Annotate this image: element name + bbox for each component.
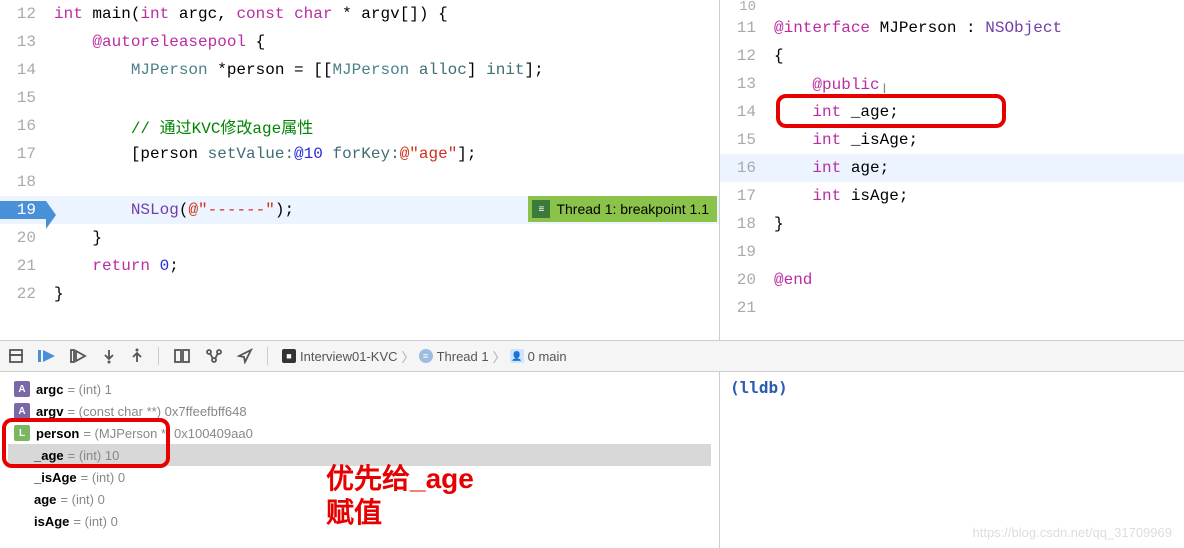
breadcrumb-frame: 0 main [528, 349, 567, 364]
line-number[interactable]: 12 [0, 5, 46, 23]
hide-debug-icon[interactable] [8, 348, 24, 364]
code-line[interactable]: @public╷ [766, 74, 1184, 94]
code-line[interactable]: int isAge; [766, 187, 1184, 205]
variables-view[interactable]: Aargc = (int) 1 Aargv = (const char **) … [0, 372, 720, 548]
step-over-icon[interactable] [70, 349, 88, 363]
code-line[interactable]: } [46, 229, 719, 247]
left-editor[interactable]: 12int main(int argc, const char * argv[]… [0, 0, 720, 340]
divider [267, 347, 268, 365]
watermark: https://blog.csdn.net/qq_31709969 [973, 525, 1173, 540]
frame-icon: 👤 [510, 349, 524, 363]
line-number[interactable]: 16 [0, 117, 46, 135]
console-view[interactable]: (lldb) [720, 372, 1184, 548]
lldb-prompt: (lldb) [730, 378, 788, 397]
line-number[interactable]: 17 [720, 187, 766, 205]
line-number[interactable]: 20 [720, 271, 766, 289]
step-into-icon[interactable] [102, 348, 116, 364]
line-number[interactable]: 13 [0, 33, 46, 51]
line-number[interactable]: 14 [720, 103, 766, 121]
breadcrumb-thread: Thread 1 [437, 349, 489, 364]
line-number[interactable]: 22 [0, 285, 46, 303]
debug-toolbar: ■ Interview01-KVC 〉 ≡ Thread 1 〉 👤 0 mai… [0, 340, 1184, 372]
breakpoint-badge[interactable]: ≡Thread 1: breakpoint 1.1 [528, 196, 717, 222]
line-number[interactable]: 16 [720, 159, 766, 177]
line-number[interactable]: 10 [720, 0, 766, 15]
thread-icon: ≡ [532, 200, 550, 218]
arg-icon: A [14, 381, 30, 397]
view-debug-icon[interactable] [173, 348, 191, 364]
code-line[interactable]: int age; [766, 159, 1184, 177]
code-line[interactable]: @interface MJPerson : NSObject [766, 19, 1184, 37]
code-line[interactable] [46, 89, 719, 107]
code-line[interactable] [46, 173, 719, 191]
code-line[interactable]: // 通过KVC修改age属性 [46, 114, 719, 138]
divider [158, 347, 159, 365]
breadcrumb[interactable]: ■ Interview01-KVC 〉 ≡ Thread 1 〉 👤 0 mai… [282, 347, 567, 366]
line-number[interactable]: 15 [0, 89, 46, 107]
current-line-indicator[interactable]: 19 [0, 201, 46, 219]
line-number[interactable]: 11 [720, 19, 766, 37]
variable-row[interactable]: Aargc = (int) 1 [8, 378, 711, 400]
line-number[interactable]: 18 [0, 173, 46, 191]
line-number[interactable]: 12 [720, 47, 766, 65]
line-number[interactable]: 18 [720, 215, 766, 233]
line-number[interactable]: 19 [720, 243, 766, 261]
code-line[interactable]: @autoreleasepool { [46, 33, 719, 51]
line-number[interactable]: 13 [720, 75, 766, 93]
memory-graph-icon[interactable] [205, 348, 223, 364]
thread-icon: ≡ [419, 349, 433, 363]
code-line[interactable]: [person setValue:@10 forKey:@"age"]; [46, 145, 719, 163]
breadcrumb-target: Interview01-KVC [300, 349, 398, 364]
arg-icon: A [14, 403, 30, 419]
annotation-text: 优先给_age 赋值 [326, 462, 474, 529]
step-out-icon[interactable] [130, 348, 144, 364]
location-icon[interactable] [237, 348, 253, 364]
highlight-annotation [2, 418, 170, 468]
code-line[interactable]: int main(int argc, const char * argv[]) … [46, 5, 719, 23]
highlight-annotation [776, 94, 1006, 128]
code-line[interactable]: } [46, 285, 719, 303]
code-line[interactable]: int _isAge; [766, 131, 1184, 149]
code-line[interactable]: return 0; [46, 257, 719, 275]
line-number[interactable]: 17 [0, 145, 46, 163]
code-line[interactable]: { [766, 47, 1184, 65]
code-line[interactable]: MJPerson *person = [[MJPerson alloc] ini… [46, 61, 719, 79]
code-line[interactable]: } [766, 215, 1184, 233]
line-number[interactable]: 15 [720, 131, 766, 149]
right-editor[interactable]: 10 11@interface MJPerson : NSObject 12{ … [720, 0, 1184, 340]
continue-icon[interactable] [38, 349, 56, 363]
line-number[interactable]: 14 [0, 61, 46, 79]
line-number[interactable]: 20 [0, 229, 46, 247]
line-number[interactable]: 21 [720, 299, 766, 317]
target-icon: ■ [282, 349, 296, 363]
code-line[interactable]: @end [766, 271, 1184, 289]
line-number[interactable]: 21 [0, 257, 46, 275]
